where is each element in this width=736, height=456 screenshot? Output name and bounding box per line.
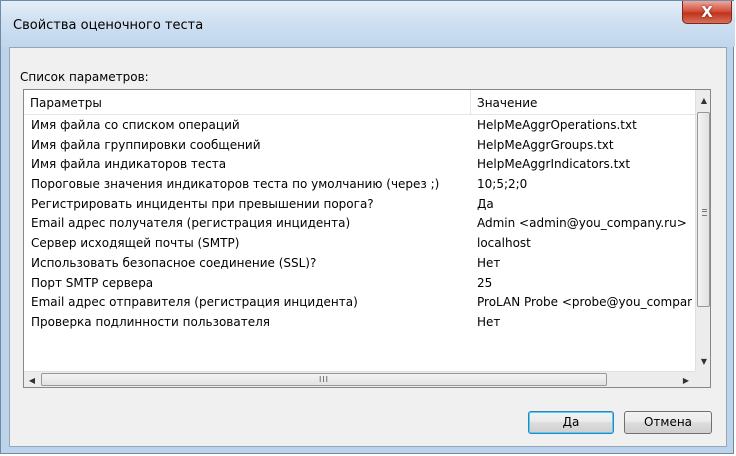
horizontal-scrollbar[interactable]: ◀ III ▶	[24, 371, 695, 387]
parameter-value-cell: HelpMeAggrIndicators.txt	[477, 157, 631, 172]
table-row[interactable]: Имя файла индикаторов теста HelpMeAggrInd…	[24, 154, 696, 174]
parameter-value-cell: ProLAN Probe <probe@you_company.ru>	[477, 295, 692, 310]
table-row[interactable]: Использовать безопасное соединение (SSL)…	[24, 253, 696, 273]
cancel-button[interactable]: Отмена	[624, 411, 712, 434]
list-rows: Имя файла со списком операций HelpMeAggrO…	[24, 115, 696, 332]
column-header-parameters[interactable]: Параметры	[24, 90, 471, 114]
parameter-value-cell: Нет	[477, 314, 501, 329]
parameter-value-cell: localhost	[477, 236, 531, 251]
dialog-body: Список параметров: Параметры Значение Им…	[9, 47, 727, 447]
parameter-name-cell: Email адрес получателя (регистрация инци…	[31, 216, 351, 231]
horizontal-scroll-thumb[interactable]: III	[41, 373, 607, 386]
properties-dialog: Свойства оценочного теста X Список парам…	[0, 0, 735, 454]
table-row[interactable]: Email адрес получателя (регистрация инци…	[24, 213, 696, 233]
table-row[interactable]: Имя файла группировки сообщений HelpMeAgg…	[24, 135, 696, 155]
parameter-value-cell: 10;5;2;0	[477, 177, 528, 192]
scroll-corner	[695, 371, 710, 387]
list-header: Параметры Значение	[24, 90, 696, 115]
parameter-value-cell: Нет	[477, 255, 501, 270]
parameters-listview[interactable]: Параметры Значение Имя файла со списком …	[23, 89, 711, 388]
table-row[interactable]: Порт SMTP сервера 25	[24, 273, 696, 293]
table-row[interactable]: Имя файла со списком операций HelpMeAggrO…	[24, 115, 696, 135]
window-title: Свойства оценочного теста	[13, 18, 204, 33]
parameter-name-cell: Имя файла со списком операций	[31, 118, 240, 132]
parameter-name-cell: Использовать безопасное соединение (SSL)…	[31, 255, 317, 270]
parameter-name-cell: Сервер исходящей почты (SMTP)	[31, 236, 240, 251]
parameter-name-cell: Имя файла группировки сообщений	[31, 137, 261, 152]
parameter-value-cell: HelpMeAggrOperations.txt	[477, 118, 637, 132]
scroll-right-arrow-icon[interactable]: ▶	[678, 372, 694, 387]
vertical-scroll-thumb[interactable]	[697, 112, 710, 307]
vertical-scrollbar[interactable]: ▲ ▼	[695, 90, 710, 371]
table-row[interactable]: Проверка подлинности пользователя Нет	[24, 312, 696, 332]
column-header-value[interactable]: Значение	[471, 90, 696, 114]
list-caption: Список параметров:	[20, 70, 149, 84]
parameter-name-cell: Имя файла индикаторов теста	[31, 157, 227, 172]
scroll-up-arrow-icon[interactable]: ▲	[696, 92, 710, 109]
table-row[interactable]: Сервер исходящей почты (SMTP) localhost	[24, 233, 696, 253]
scroll-left-arrow-icon[interactable]: ◀	[24, 372, 40, 387]
close-icon: X	[701, 3, 713, 21]
parameter-name-cell: Порт SMTP сервера	[31, 275, 154, 290]
table-row[interactable]: Email адрес отправителя (регистрация инц…	[24, 292, 696, 312]
parameter-value-cell: HelpMeAggrGroups.txt	[477, 137, 614, 152]
parameter-value-cell: Admin <admin@you_company.ru>	[477, 216, 687, 231]
table-row[interactable]: Пороговые значения индикаторов теста по …	[24, 174, 696, 194]
parameter-name-cell: Проверка подлинности пользователя	[31, 314, 270, 329]
parameter-name-cell: Регистрировать инциденты при превышении …	[31, 196, 374, 211]
ok-button[interactable]: Да	[528, 411, 614, 434]
parameter-name-cell: Email адрес отправителя (регистрация инц…	[31, 295, 358, 310]
hscroll-grip: III	[318, 375, 330, 384]
title-bar[interactable]: Свойства оценочного теста X	[1, 1, 735, 47]
parameter-name-cell: Пороговые значения индикаторов теста по …	[31, 177, 440, 192]
parameter-value-cell: 25	[477, 275, 493, 290]
close-button[interactable]: X	[682, 1, 732, 24]
grip-icon	[702, 209, 707, 216]
scroll-down-arrow-icon[interactable]: ▼	[696, 353, 710, 370]
table-row[interactable]: Регистрировать инциденты при превышении …	[24, 194, 696, 214]
parameter-value-cell: Да	[477, 196, 494, 211]
